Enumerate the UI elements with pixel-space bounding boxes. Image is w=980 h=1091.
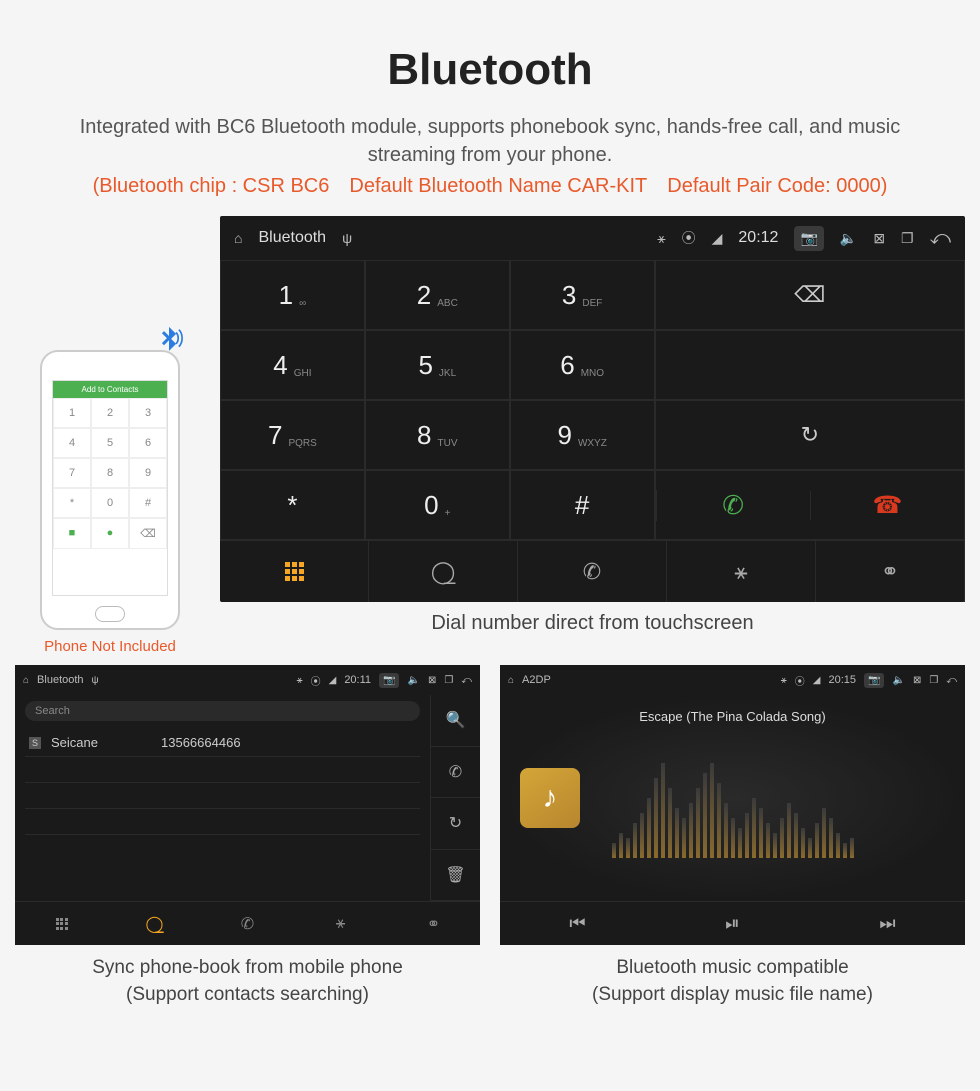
prev-button[interactable]: ⏮ bbox=[500, 902, 655, 945]
dial-key-6[interactable]: 6MNO bbox=[510, 330, 655, 400]
nav-contacts[interactable]: ◯̲ bbox=[108, 902, 201, 945]
side-call-icon[interactable]: ✆ bbox=[430, 747, 480, 799]
nav-bluetooth[interactable]: ⚹ bbox=[667, 541, 816, 602]
close-icon[interactable]: ⊠ bbox=[428, 675, 436, 686]
volume-icon[interactable]: 🔈 bbox=[892, 675, 904, 686]
dial-key-0[interactable]: 0+ bbox=[365, 470, 510, 540]
backspace-key[interactable]: ⌫ bbox=[655, 260, 965, 330]
back-icon[interactable]: ⤺ bbox=[946, 675, 957, 686]
volume-icon[interactable]: 🔈 bbox=[840, 230, 857, 247]
gps-icon: ⦿ bbox=[682, 228, 696, 248]
side-refresh-icon[interactable]: ↻ bbox=[430, 798, 480, 850]
music-screen: ⌂ A2DP ⚹⦿◢ 20:15 📷 🔈 ⊠ ❐ ⤺ Escape (The P… bbox=[500, 665, 965, 945]
bt-status-icon: ⚹ bbox=[657, 230, 665, 247]
music-caption-2: (Support display music file name) bbox=[500, 982, 965, 1009]
recent-icon[interactable]: ❐ bbox=[901, 230, 914, 247]
side-delete-icon[interactable]: 🗑 bbox=[430, 850, 480, 902]
bluetooth-icon bbox=[152, 324, 186, 366]
home-icon[interactable]: ⌂ bbox=[234, 230, 242, 246]
screen-title: A2DP bbox=[522, 674, 551, 686]
camera-icon[interactable]: 📷 bbox=[379, 673, 399, 688]
page-title: Bluetooth bbox=[15, 45, 965, 95]
clock: 20:15 bbox=[829, 674, 857, 686]
album-art-icon: ♪ bbox=[520, 768, 580, 828]
usb-icon: ψ bbox=[342, 230, 352, 246]
contacts-caption-2: (Support contacts searching) bbox=[15, 982, 480, 1009]
contact-name: Seicane bbox=[51, 735, 151, 750]
contact-number: 13566664466 bbox=[161, 735, 241, 750]
dial-key-#[interactable]: # bbox=[510, 470, 655, 540]
dial-key-9[interactable]: 9WXYZ bbox=[510, 400, 655, 470]
search-input[interactable]: Search bbox=[25, 701, 420, 721]
contact-row[interactable]: S Seicane 13566664466 bbox=[25, 729, 420, 757]
next-button[interactable]: ⏭ bbox=[810, 902, 965, 945]
volume-icon[interactable]: 🔈 bbox=[407, 675, 419, 686]
phone-note: Phone Not Included bbox=[15, 638, 205, 655]
dial-key-8[interactable]: 8TUV bbox=[365, 400, 510, 470]
call-button[interactable]: ✆ bbox=[656, 490, 810, 521]
home-icon[interactable]: ⌂ bbox=[23, 675, 29, 686]
clock: 20:11 bbox=[344, 674, 371, 686]
hangup-button[interactable]: ☎ bbox=[810, 491, 964, 520]
phone-illustration: Add to Contacts 123 456 789 *0# ■●⌫ Phon… bbox=[15, 350, 205, 655]
redial-key[interactable]: ↻ bbox=[655, 400, 965, 470]
wifi-icon: ◢ bbox=[712, 230, 723, 247]
bluetooth-specs: (Bluetooth chip : CSR BC6 Default Blueto… bbox=[15, 175, 965, 198]
phone-mock-header: Add to Contacts bbox=[53, 381, 167, 398]
contact-badge: S bbox=[29, 737, 41, 749]
back-icon[interactable]: ⤺ bbox=[461, 675, 472, 686]
bottom-nav: ◯̲ ✆ ⚹ ⚭ bbox=[220, 540, 965, 602]
close-icon[interactable]: ⊠ bbox=[913, 675, 921, 686]
dial-key-2[interactable]: 2ABC bbox=[365, 260, 510, 330]
music-caption-1: Bluetooth music compatible bbox=[500, 955, 965, 982]
back-icon[interactable]: ⤺ bbox=[930, 227, 951, 250]
dial-key-4[interactable]: 4GHI bbox=[220, 330, 365, 400]
playpause-button[interactable]: ⏯ bbox=[655, 902, 810, 945]
status-bar: ⌂ Bluetooth ψ ⚹ ⦿ ◢ 20:12 📷 🔈 ⊠ ❐ ⤺ bbox=[220, 216, 965, 260]
contacts-caption-1: Sync phone-book from mobile phone bbox=[15, 955, 480, 982]
dial-key-5[interactable]: 5JKL bbox=[365, 330, 510, 400]
close-icon[interactable]: ⊠ bbox=[873, 230, 885, 247]
nav-bluetooth[interactable]: ⚹ bbox=[294, 902, 387, 945]
usb-icon: ψ bbox=[92, 675, 99, 686]
equalizer bbox=[612, 758, 854, 858]
nav-link[interactable]: ⚭ bbox=[816, 541, 965, 602]
screen-title: Bluetooth bbox=[37, 674, 83, 686]
dial-key-1[interactable]: 1∞ bbox=[220, 260, 365, 330]
recent-icon[interactable]: ❐ bbox=[444, 675, 453, 686]
clock: 20:12 bbox=[738, 229, 778, 247]
nav-recent[interactable]: ✆ bbox=[201, 902, 294, 945]
dial-key-7[interactable]: 7PQRS bbox=[220, 400, 365, 470]
home-icon[interactable]: ⌂ bbox=[508, 675, 514, 686]
nav-keypad[interactable] bbox=[220, 541, 369, 602]
dialer-caption: Dial number direct from touchscreen bbox=[220, 612, 965, 635]
recent-icon[interactable]: ❐ bbox=[929, 675, 938, 686]
nav-contacts[interactable]: ◯̲ bbox=[369, 541, 518, 602]
nav-keypad[interactable] bbox=[15, 902, 108, 945]
nav-recent[interactable]: ✆ bbox=[518, 541, 667, 602]
dialer-screen: ⌂ Bluetooth ψ ⚹ ⦿ ◢ 20:12 📷 🔈 ⊠ ❐ ⤺ 1∞2A… bbox=[220, 216, 965, 602]
camera-icon[interactable]: 📷 bbox=[864, 673, 884, 688]
blank-cell bbox=[655, 330, 965, 400]
dial-key-*[interactable]: * bbox=[220, 470, 365, 540]
side-search-icon[interactable]: 🔍 bbox=[430, 695, 480, 747]
nav-link[interactable]: ⚭ bbox=[387, 902, 480, 945]
page-subtitle: Integrated with BC6 Bluetooth module, su… bbox=[55, 113, 925, 169]
camera-icon[interactable]: 📷 bbox=[794, 226, 823, 251]
song-title: Escape (The Pina Colada Song) bbox=[500, 709, 965, 724]
dial-keypad: 1∞2ABC3DEF 4GHI5JKL6MNO 7PQRS8TUV9WXYZ *0+# bbox=[220, 260, 655, 540]
screen-title: Bluetooth bbox=[258, 229, 326, 247]
contacts-screen: ⌂ Bluetooth ψ ⚹⦿◢ 20:11 📷 🔈 ⊠ ❐ ⤺ Search bbox=[15, 665, 480, 945]
dial-key-3[interactable]: 3DEF bbox=[510, 260, 655, 330]
